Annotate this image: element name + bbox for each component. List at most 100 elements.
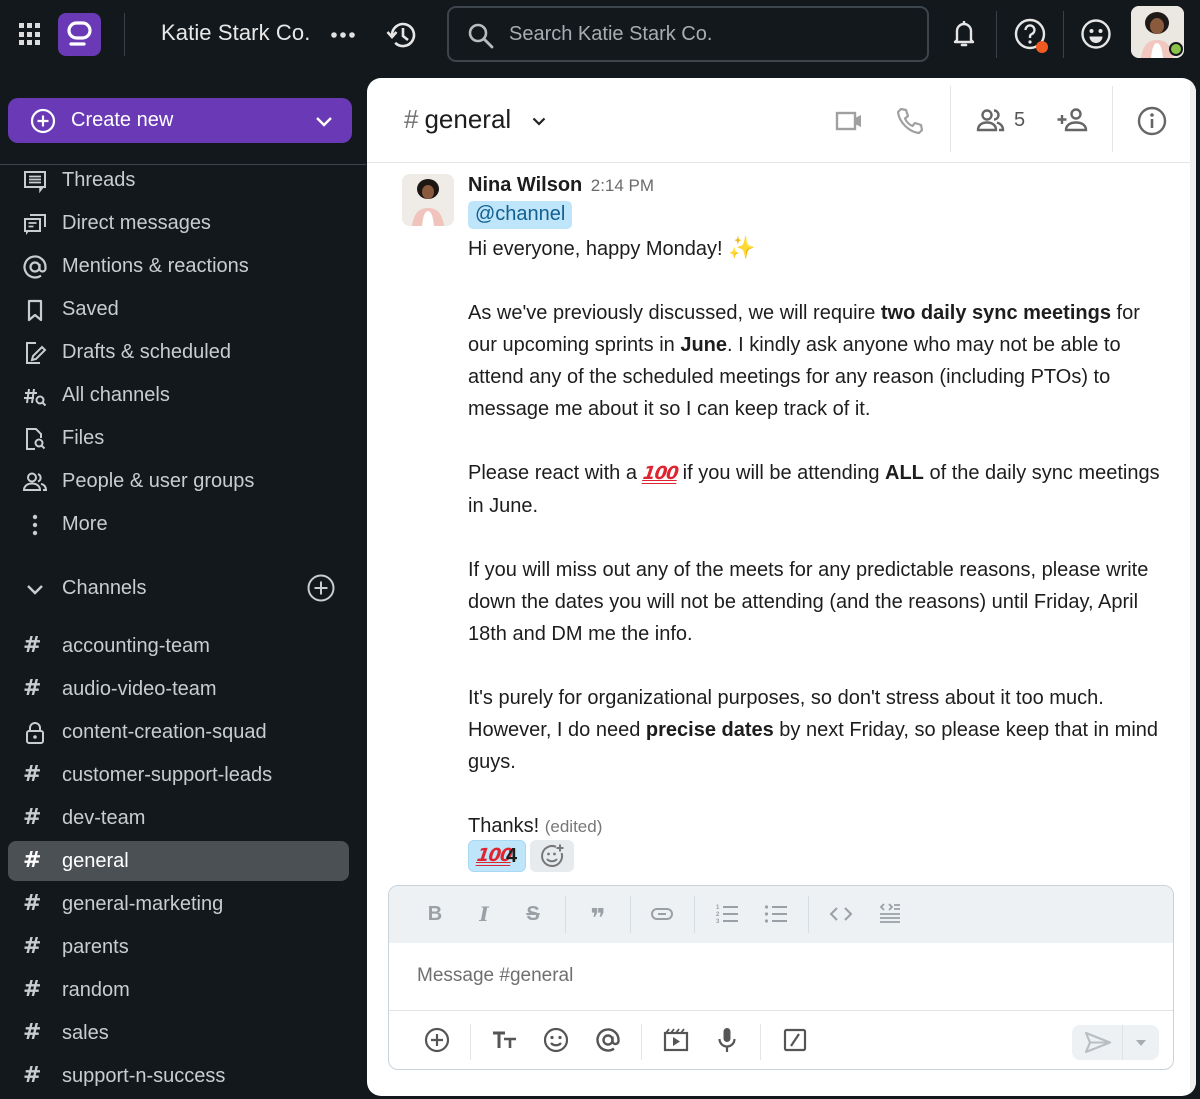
channel-hash-icon: # (23, 934, 42, 959)
sidebar-item-label: Direct messages (62, 212, 211, 234)
channel-name: dev-team (62, 807, 146, 829)
send-options-button[interactable] (1123, 1025, 1159, 1060)
add-channel-icon[interactable] (306, 573, 336, 603)
sidebar-channel-sales[interactable]: # sales (8, 1013, 349, 1053)
presence-status-dot (1169, 42, 1183, 56)
scrollbar[interactable] (1190, 78, 1196, 1096)
edited-label: (edited) (544, 817, 603, 836)
phone-call-icon[interactable] (894, 105, 926, 137)
channel-name: random (62, 979, 130, 1001)
add-member-icon[interactable] (1055, 105, 1088, 137)
message-paragraph: Please react with a 100 if you will be a… (468, 457, 1168, 522)
sidebar-item-all-channels[interactable]: All channels (8, 375, 349, 415)
send-button[interactable] (1072, 1025, 1122, 1060)
channel-name: general-marketing (62, 893, 224, 915)
channel-name: customer-support-leads (62, 764, 273, 786)
search-input[interactable] (509, 18, 909, 50)
channel-hash-icon: # (23, 762, 42, 787)
sidebar-channel-dev-team[interactable]: # dev-team (8, 798, 349, 838)
channel-name: sales (62, 1022, 109, 1044)
sidebar-item-mentions-reactions[interactable]: Mentions & reactions (8, 246, 349, 286)
direct-messages-icon (24, 214, 46, 235)
member-count[interactable]: 5 (1014, 109, 1025, 132)
message-input[interactable] (389, 943, 1173, 1011)
quote-icon[interactable]: ❞ (584, 900, 612, 933)
text-formatting-icon[interactable] (489, 1024, 521, 1056)
sidebar-item-direct-messages[interactable]: Direct messages (8, 203, 349, 243)
channel-info-icon[interactable] (1136, 105, 1168, 137)
history-icon[interactable] (385, 18, 419, 52)
members-icon[interactable] (975, 105, 1007, 137)
add-reaction-icon (541, 844, 564, 867)
code-block-icon[interactable] (876, 900, 904, 928)
sidebar-channel-audio-video-team[interactable]: # audio-video-team (8, 669, 349, 709)
sidebar-item-more[interactable]: More (8, 504, 349, 544)
sidebar-channel-content-creation-squad[interactable]: content-creation-squad (8, 712, 349, 752)
link-icon[interactable] (648, 900, 676, 928)
sidebar-channel-random[interactable]: # random (8, 970, 349, 1010)
bold-icon[interactable]: B (421, 900, 449, 928)
composer-actions-bar (389, 1010, 1173, 1069)
ordered-list-icon[interactable]: 123 (713, 900, 741, 928)
help-notification-badge (1036, 41, 1048, 53)
sidebar-item-saved[interactable]: Saved (8, 289, 349, 329)
add-reaction-button[interactable] (530, 840, 574, 872)
divider (124, 13, 125, 56)
channel-title-button[interactable]: # general (404, 104, 548, 135)
sidebar-channel-parents[interactable]: # parents (8, 927, 349, 967)
sidebar-channel-accounting-team[interactable]: # accounting-team (8, 626, 349, 666)
sidebar-item-people-user-groups[interactable]: People & user groups (8, 461, 349, 501)
plus-circle-icon (30, 108, 56, 134)
app-grid-icon[interactable] (19, 23, 42, 46)
channel-hash-icon: # (23, 1020, 42, 1045)
slash-command-icon[interactable] (779, 1024, 811, 1056)
mention-at-icon[interactable] (592, 1024, 624, 1056)
create-new-button[interactable]: Create new (8, 98, 352, 143)
strikethrough-icon[interactable]: S (519, 900, 547, 928)
code-icon[interactable] (827, 900, 855, 928)
sidebar-item-threads[interactable]: Threads (8, 160, 349, 200)
sidebar-item-files[interactable]: Files (8, 418, 349, 458)
status-emoji-icon[interactable] (1078, 16, 1114, 52)
reaction-count: 4 (506, 845, 518, 867)
channel-name: content-creation-squad (62, 721, 267, 743)
channel-hash-icon: # (23, 891, 42, 916)
attach-plus-icon[interactable] (421, 1024, 453, 1056)
channels-section-label[interactable]: Channels (62, 577, 147, 600)
bulleted-list-icon[interactable] (762, 900, 790, 928)
message-paragraph: Thanks! (edited) (468, 815, 603, 837)
italic-icon[interactable]: I (470, 900, 498, 928)
channel-name: support-n-success (62, 1065, 226, 1087)
chevron-down-icon (316, 117, 332, 127)
channel-header: # general 5 (367, 78, 1190, 163)
sidebar-item-drafts-scheduled[interactable]: Drafts & scheduled (8, 332, 349, 372)
emoji-icon[interactable] (540, 1024, 572, 1056)
reaction-hundred-points[interactable]: 100 4 (468, 840, 526, 872)
message-author[interactable]: Nina Wilson (468, 174, 582, 196)
message-composer: B I S ❞ 123 (388, 885, 1174, 1070)
video-call-icon[interactable] (834, 105, 866, 137)
workspace-logo[interactable] (58, 13, 101, 56)
channel-mention[interactable]: @channel (468, 201, 573, 229)
chevron-down-icon[interactable] (24, 578, 46, 600)
notifications-bell-icon[interactable] (946, 16, 982, 52)
sidebar: Create new Threads Direct messages Menti… (0, 78, 366, 1099)
sidebar-item-label: Saved (62, 298, 119, 320)
hundred-points-emoji: 100 (641, 463, 679, 484)
formatting-toolbar: B I S ❞ 123 (389, 886, 1173, 943)
message-timestamp[interactable]: 2:14 PM (591, 176, 654, 195)
sidebar-channel-general-marketing[interactable]: # general-marketing (8, 884, 349, 924)
sidebar-channel-customer-support-leads[interactable]: # customer-support-leads (8, 755, 349, 795)
lock-icon (26, 722, 44, 744)
divider (1112, 86, 1113, 152)
workspace-name[interactable]: Katie Stark Co. (161, 20, 310, 46)
channel-name: general (424, 104, 512, 134)
microphone-icon[interactable] (711, 1024, 743, 1056)
sidebar-channel-general[interactable]: # general (8, 841, 349, 881)
sidebar-channel-support-n-success[interactable]: # support-n-success (8, 1056, 349, 1096)
search-bar[interactable] (447, 6, 929, 62)
workspace-more-icon[interactable] (330, 22, 356, 46)
channel-name: audio-video-team (62, 678, 217, 700)
video-clip-icon[interactable] (660, 1024, 692, 1056)
message-author-avatar[interactable] (402, 174, 454, 226)
